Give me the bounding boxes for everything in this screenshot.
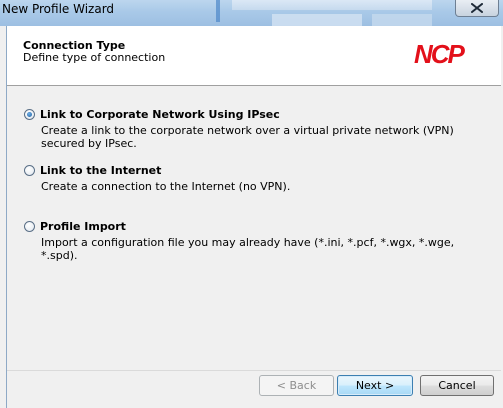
wizard-client-area: Connection Type Define type of connectio… <box>6 26 501 408</box>
wizard-header: Connection Type Define type of connectio… <box>7 26 501 86</box>
option-description: Create a link to the corporate network o… <box>41 124 454 150</box>
option-description: Create a connection to the Internet (no … <box>41 180 291 193</box>
radio-profile-import[interactable] <box>24 221 35 232</box>
close-button[interactable] <box>455 0 499 17</box>
close-icon <box>471 3 483 13</box>
option-profile-import[interactable]: Profile Import Import a configuration fi… <box>24 220 484 262</box>
page-subtitle: Define type of connection <box>23 51 166 64</box>
background-glass-artifact <box>216 0 220 22</box>
title-bar[interactable]: New Profile Wizard <box>0 0 503 26</box>
option-label[interactable]: Profile Import <box>40 220 126 233</box>
next-button[interactable]: Next > <box>337 375 413 396</box>
svg-text:NCP: NCP <box>414 41 466 67</box>
option-corporate-ipsec[interactable]: Link to Corporate Network Using IPsec Cr… <box>24 108 484 152</box>
new-profile-wizard-window: New Profile Wizard Connection Type Defin… <box>0 0 503 408</box>
background-glass-artifact <box>232 0 432 10</box>
window-title: New Profile Wizard <box>2 2 115 16</box>
cancel-button[interactable]: Cancel <box>420 375 494 396</box>
background-glass-artifact <box>372 14 432 26</box>
connection-type-options: Link to Corporate Network Using IPsec Cr… <box>7 86 501 356</box>
option-internet[interactable]: Link to the Internet Create a connection… <box>24 164 484 196</box>
footer-divider <box>7 370 501 371</box>
option-description: Import a configuration file you may alre… <box>41 236 455 262</box>
background-glass-artifact <box>272 14 362 26</box>
radio-corporate-ipsec[interactable] <box>24 109 35 120</box>
option-label[interactable]: Link to Corporate Network Using IPsec <box>40 108 280 121</box>
ncp-logo: NCP <box>414 41 468 67</box>
option-label[interactable]: Link to the Internet <box>40 164 161 177</box>
back-button[interactable]: < Back <box>259 375 334 396</box>
radio-internet[interactable] <box>24 165 35 176</box>
